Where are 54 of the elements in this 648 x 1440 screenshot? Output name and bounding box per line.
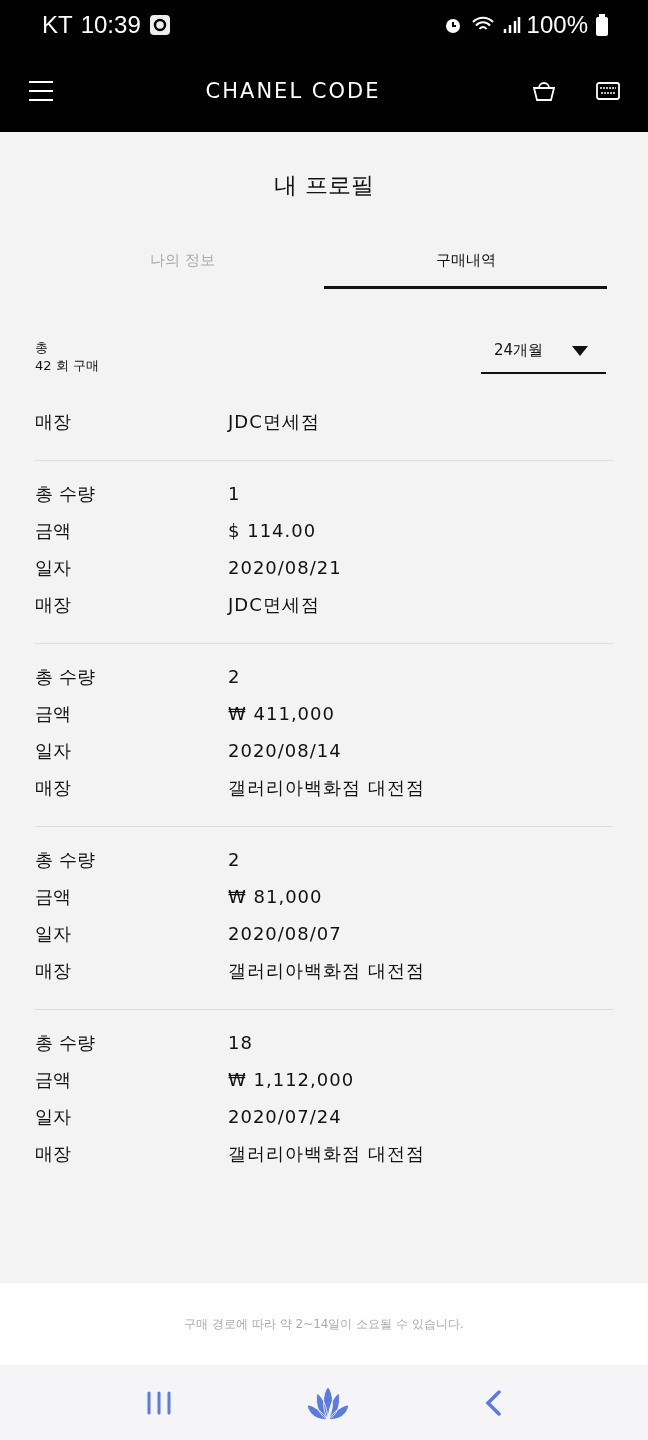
page-title: 내 프로필	[273, 171, 375, 200]
field-value: 2020/08/21	[228, 556, 342, 580]
field-value: ₩ 81,000	[228, 885, 323, 909]
shopping-bag-button[interactable]	[532, 80, 556, 102]
clock-text: 10:39	[80, 11, 141, 39]
recent-apps-button[interactable]	[146, 1390, 173, 1415]
field-label: 매장	[35, 1142, 72, 1166]
card-button[interactable]	[596, 80, 620, 102]
tab[interactable]: 구매내역	[324, 251, 607, 289]
field-value: 갤러리아백화점 대전점	[228, 959, 425, 983]
field-value: 2020/07/24	[228, 1105, 342, 1129]
field-value: 18	[228, 1031, 253, 1055]
back-button[interactable]	[483, 1389, 502, 1416]
field-value: JDC면세점	[228, 593, 320, 617]
field-label: 금액	[35, 1068, 72, 1092]
battery-percent-text: 100%	[526, 11, 588, 39]
app-title: CHANEL CODE	[205, 79, 381, 103]
field-value: $ 114.00	[228, 519, 317, 543]
home-button[interactable]	[305, 1384, 351, 1421]
field-label: 금액	[35, 702, 72, 726]
field-value: 1	[228, 482, 241, 506]
field-label: 매장	[35, 959, 72, 983]
field-value: 갤러리아백화점 대전점	[228, 776, 425, 800]
battery-icon	[596, 14, 608, 36]
field-value: 2020/08/14	[228, 739, 342, 763]
purchase-count-text: 42 회 구매	[35, 357, 99, 375]
signal-icon	[502, 15, 521, 35]
field-label: 매장	[35, 776, 72, 800]
field-label: 총 수량	[35, 665, 96, 689]
field-label: 총 수량	[35, 1031, 96, 1055]
field-value: ₩ 411,000	[228, 702, 335, 726]
field-label: 총 수량	[35, 482, 96, 506]
period-dropdown[interactable]: 24개월	[481, 339, 606, 374]
field-label: 일자	[35, 556, 72, 580]
field-value: JDC면세점	[228, 410, 320, 434]
summary-label: 총	[35, 339, 49, 357]
field-value: 2	[228, 665, 241, 689]
field-label: 금액	[35, 519, 72, 543]
field-label: 매장	[35, 593, 72, 617]
field-value: 갤러리아백화점 대전점	[228, 1142, 425, 1166]
carrier-text: KT	[42, 11, 73, 39]
field-label: 일자	[35, 922, 72, 946]
footer-note: 구매 경로에 따라 약 2~14일이 소요될 수 있습니다.	[184, 1315, 464, 1333]
menu-button[interactable]	[28, 80, 54, 102]
field-value: 2	[228, 848, 241, 872]
field-label: 매장	[35, 410, 72, 434]
field-label: 일자	[35, 1105, 72, 1129]
field-label: 총 수량	[35, 848, 96, 872]
dropdown-caret-icon	[572, 345, 588, 356]
field-label: 금액	[35, 885, 72, 909]
field-value: ₩ 1,112,000	[228, 1068, 355, 1092]
field-value: 2020/08/07	[228, 922, 342, 946]
field-label: 일자	[35, 739, 72, 763]
notification-icon	[148, 14, 171, 36]
